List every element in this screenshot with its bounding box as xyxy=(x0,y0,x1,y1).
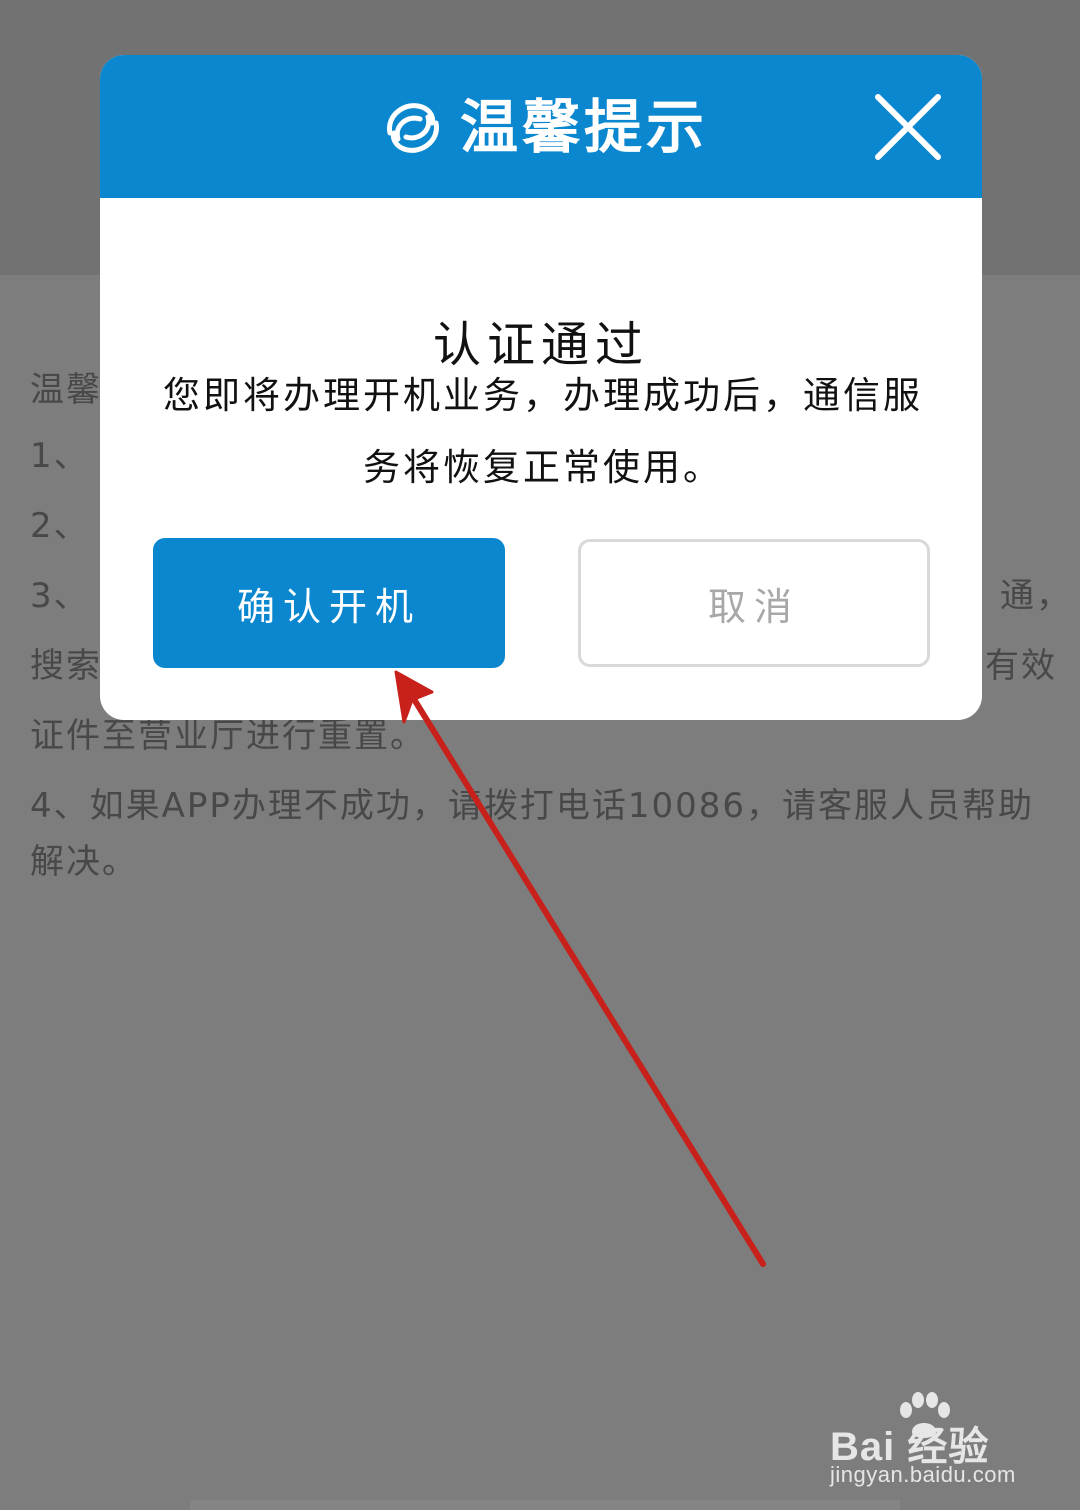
tips-item-3-prefix: 3、 xyxy=(30,576,90,616)
dialog-header-title: 温馨提示 xyxy=(460,93,709,161)
baidu-jingyan-watermark: Bai 经验 jingyan.baidu.com xyxy=(826,1392,1056,1492)
china-mobile-logo-icon xyxy=(387,103,439,153)
confirm-dialog: 温馨提示 认证通过 您即将办理开机业务，办理成功后，通信服务将恢复正常使用。 确… xyxy=(100,55,982,720)
cancel-button[interactable]: 取消 xyxy=(578,539,930,667)
tips-item-3-tail: 通， xyxy=(1000,576,1072,616)
dialog-message: 您即将办理开机业务，办理成功后，通信服务将恢复正常使用。 xyxy=(163,374,923,489)
screen: 温馨 1、 2、 3、 通， 搜索 有效 证件至营业厅进行重置。 4、如果APP… xyxy=(0,0,1080,1510)
tips-item-3-line2-tail: 有效 xyxy=(985,646,1057,686)
close-icon[interactable] xyxy=(870,89,946,165)
dialog-header: 温馨提示 xyxy=(100,55,982,198)
confirm-power-on-button[interactable]: 确认开机 xyxy=(153,538,505,668)
bottom-bar-hint xyxy=(190,1500,900,1510)
tips-item-4: 4、如果APP办理不成功，请拨打电话10086，请客服人员帮助解决。 xyxy=(30,786,1035,882)
tips-item-3-line2-prefix: 搜索 xyxy=(30,646,102,686)
watermark-url: jingyan.baidu.com xyxy=(830,1462,1016,1487)
